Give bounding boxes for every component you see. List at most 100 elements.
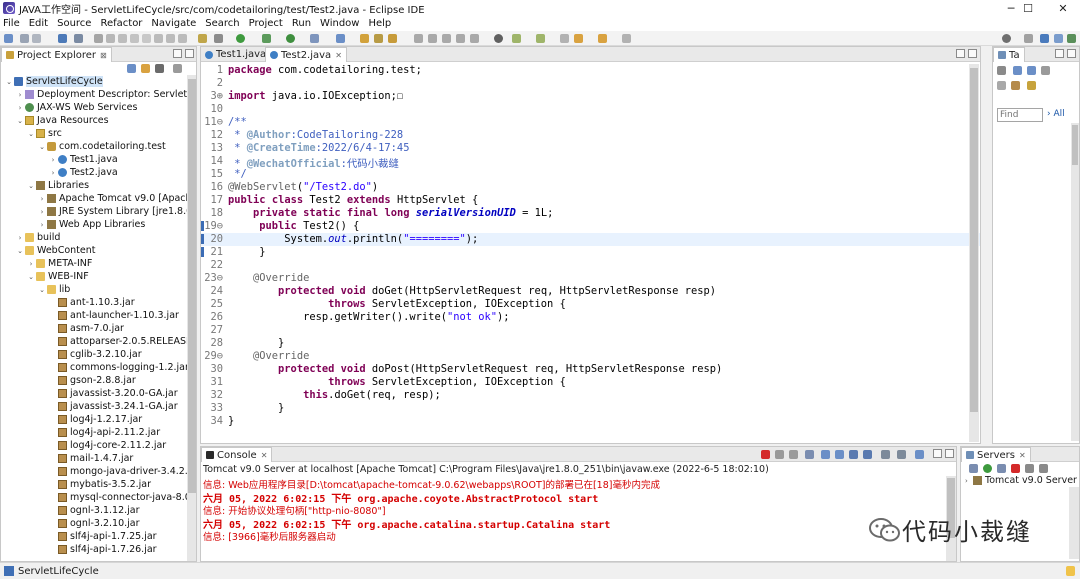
- skip-breakpoints-icon[interactable]: [94, 34, 103, 43]
- tree-item[interactable]: log4j-api-2.11.2.jar: [1, 426, 160, 439]
- code-line[interactable]: 17 public class Test2 extends HttpServlet…: [201, 194, 980, 207]
- suspend-icon[interactable]: [118, 34, 127, 43]
- menu-project[interactable]: Project: [249, 18, 283, 29]
- tree-item[interactable]: › JRE System Library [jre1.8.0_25: [1, 205, 196, 218]
- code-line[interactable]: 15 */: [201, 168, 980, 181]
- last-edit-icon[interactable]: [560, 34, 569, 43]
- tree-item[interactable]: › JAX-WS Web Services: [1, 101, 138, 114]
- expand-arrow-icon[interactable]: ›: [38, 195, 46, 203]
- forward-menu-icon[interactable]: [622, 34, 631, 43]
- code-line[interactable]: 20 System.out.println("========");: [201, 233, 980, 246]
- tree-item[interactable]: ognl-3.2.10.jar: [1, 517, 140, 530]
- clear-console-icon[interactable]: [805, 450, 814, 459]
- console-output[interactable]: Tomcat v9.0 Server at localhost [Apache …: [201, 462, 956, 561]
- tree-item[interactable]: commons-logging-1.2.jar: [1, 361, 189, 374]
- code-line[interactable]: 28 }: [201, 337, 980, 350]
- close-window-button[interactable]: ✕: [1048, 0, 1078, 16]
- tree-item[interactable]: › Apache Tomcat v9.0 [Apache T: [1, 192, 196, 205]
- menu-file[interactable]: File: [3, 18, 20, 29]
- toggle-mark-icon[interactable]: [414, 34, 423, 43]
- tree-item[interactable]: mongo-java-driver-3.4.2.jar: [1, 465, 196, 478]
- step-return-icon[interactable]: [178, 34, 187, 43]
- tree-item[interactable]: ognl-3.1.12.jar: [1, 504, 140, 517]
- server-profile-icon[interactable]: [997, 464, 1006, 473]
- expand-arrow-icon[interactable]: ›: [38, 208, 46, 216]
- terminal-icon[interactable]: [74, 34, 83, 43]
- save-all-icon[interactable]: [32, 34, 41, 43]
- tree-item[interactable]: javassist-3.24.1-GA.jar: [1, 400, 178, 413]
- settings-icon[interactable]: [214, 34, 223, 43]
- tree-item[interactable]: mail-1.4.7.jar: [1, 452, 133, 465]
- code-line[interactable]: 18 private static final long serialVersi…: [201, 207, 980, 220]
- code-line[interactable]: 11⊖ /**: [201, 116, 980, 129]
- tree-item[interactable]: › Test1.java: [1, 153, 118, 166]
- search-icon[interactable]: [1002, 34, 1011, 43]
- editor-scrollbar[interactable]: [969, 64, 979, 442]
- close-icon[interactable]: ✕: [335, 51, 342, 60]
- close-icon[interactable]: ✕: [261, 451, 268, 460]
- expand-arrow-icon[interactable]: ›: [27, 260, 35, 268]
- toggle-block-icon[interactable]: [428, 34, 437, 43]
- tree-item[interactable]: ant-1.10.3.jar: [1, 296, 135, 309]
- view-menu-icon[interactable]: [173, 64, 182, 73]
- tree-item[interactable]: cglib-3.2.10.jar: [1, 348, 142, 361]
- tree-item[interactable]: ⌄ com.codetailoring.test: [1, 140, 166, 153]
- code-editor[interactable]: 1 package com.codetailoring.test; 2 3⊕ impor…: [201, 62, 980, 443]
- tree-item[interactable]: gson-2.8.8.jar: [1, 374, 136, 387]
- back-icon[interactable]: [574, 34, 583, 43]
- expand-arrow-icon[interactable]: ›: [16, 104, 24, 112]
- tab-test1-java[interactable]: Test1.java: [201, 47, 270, 62]
- code-line[interactable]: 24 protected void doGet(HttpServletReque…: [201, 285, 980, 298]
- terminate-icon[interactable]: [130, 34, 139, 43]
- tab-project-explorer[interactable]: Project Explorer ⊠: [1, 47, 112, 62]
- tree-item[interactable]: slf4j-api-1.7.25.jar: [1, 530, 157, 543]
- word-wrap-icon[interactable]: [835, 450, 844, 459]
- focus-icon[interactable]: [1027, 66, 1036, 75]
- external-tools-icon[interactable]: [310, 34, 319, 43]
- show-stderr-icon[interactable]: [863, 450, 872, 459]
- expand-arrow-icon[interactable]: ⌄: [27, 130, 35, 138]
- tree-item[interactable]: ⌄ ServletLifeCycle: [1, 75, 103, 88]
- code-line[interactable]: 26 resp.getWriter().write("not ok");: [201, 311, 980, 324]
- code-line[interactable]: 33 }: [201, 402, 980, 415]
- task-filter-icon[interactable]: [1011, 81, 1020, 90]
- print-icon[interactable]: [58, 34, 67, 43]
- code-line[interactable]: 34}: [201, 415, 980, 428]
- code-line[interactable]: 30 protected void doPost(HttpServletRequ…: [201, 363, 980, 376]
- menu-refactor[interactable]: Refactor: [100, 18, 142, 29]
- menu-run[interactable]: Run: [292, 18, 311, 29]
- step-over-icon[interactable]: [166, 34, 175, 43]
- servers-scrollbar[interactable]: [1069, 487, 1079, 559]
- code-line[interactable]: 3⊕ import java.io.IOException;☐: [201, 90, 980, 103]
- code-line[interactable]: 14 * @WechatOfficial:代码小裁缝: [201, 155, 980, 170]
- server-stop-icon[interactable]: [1011, 464, 1020, 473]
- maximize-view-icon[interactable]: [1067, 49, 1076, 58]
- debug-icon[interactable]: [262, 34, 271, 43]
- open-type-icon[interactable]: [198, 34, 207, 43]
- show-stdout-icon[interactable]: [849, 450, 858, 459]
- word-wrap-icon[interactable]: [456, 34, 465, 43]
- collapse-all-icon[interactable]: [127, 64, 136, 73]
- disconnect-icon[interactable]: [142, 34, 151, 43]
- new-icon[interactable]: [4, 34, 13, 43]
- code-line[interactable]: 19⊖ public Test2() {: [201, 220, 980, 233]
- step-into-icon[interactable]: [154, 34, 163, 43]
- expand-arrow-icon[interactable]: ›: [49, 169, 57, 177]
- annotation-prev-icon[interactable]: [536, 34, 545, 43]
- tree-item[interactable]: attoparser-2.0.5.RELEASE.ja: [1, 335, 196, 348]
- code-line[interactable]: 16 @WebServlet("/Test2.do"): [201, 181, 980, 194]
- tree-item[interactable]: ⌄ Java Resources: [1, 114, 109, 127]
- expand-arrow-icon[interactable]: ›: [16, 234, 24, 242]
- server-start-icon[interactable]: [983, 464, 992, 473]
- tree-item[interactable]: ⌄ WEB-INF: [1, 270, 89, 283]
- task-scroll-thumb[interactable]: [1072, 125, 1078, 165]
- toggle-whitespace-icon[interactable]: [442, 34, 451, 43]
- server-debug-icon[interactable]: [969, 464, 978, 473]
- expand-arrow-icon[interactable]: ›: [38, 221, 46, 229]
- task-find-input[interactable]: [997, 108, 1043, 122]
- tree-item[interactable]: › META-INF: [1, 257, 93, 270]
- expand-arrow-icon[interactable]: ⌄: [38, 143, 46, 151]
- open-folder-icon[interactable]: [360, 34, 369, 43]
- expand-arrow-icon[interactable]: ⌄: [27, 182, 35, 190]
- code-line[interactable]: 10: [201, 103, 980, 116]
